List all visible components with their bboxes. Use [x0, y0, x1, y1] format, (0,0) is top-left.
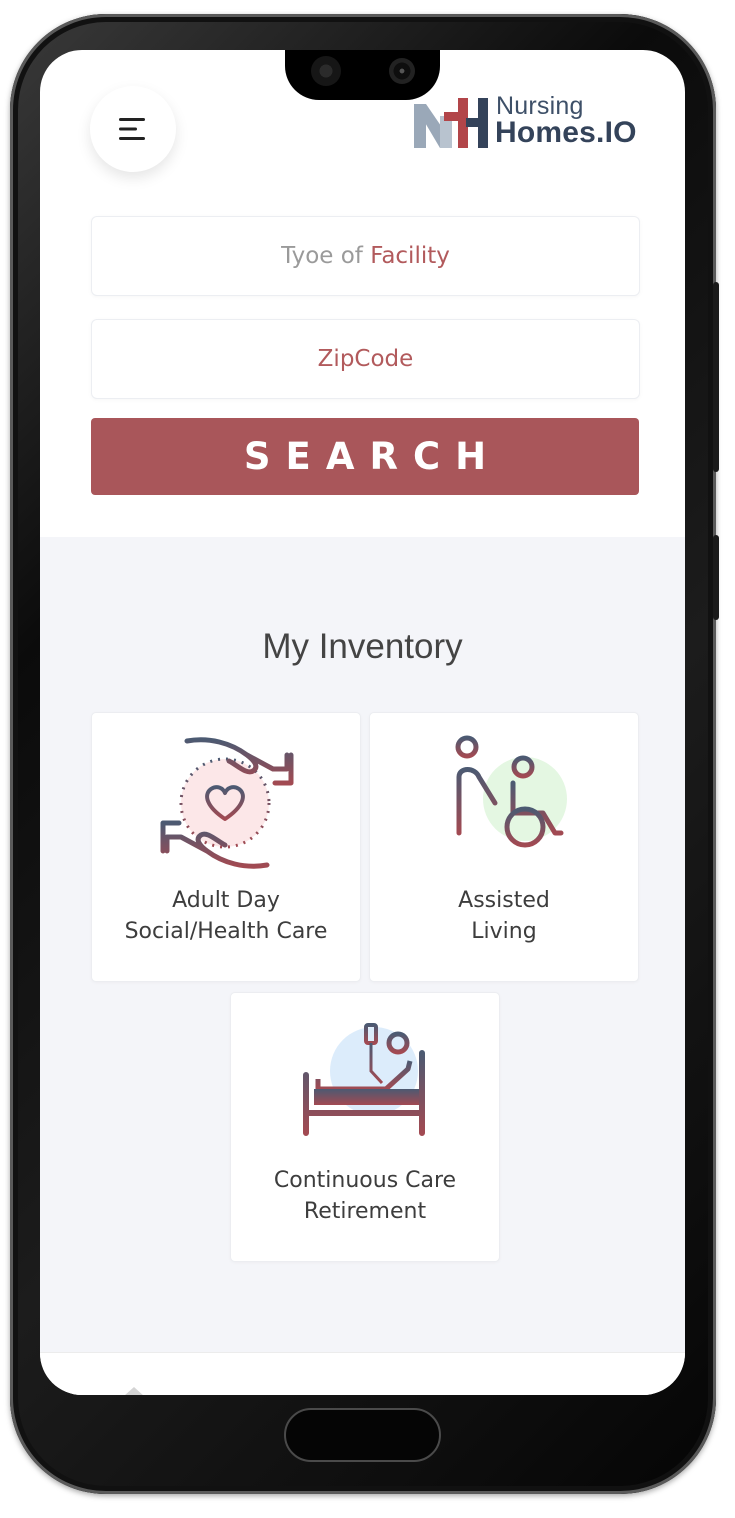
inventory-card-continuous-care[interactable]: Continuous Care Retirement — [230, 992, 500, 1262]
zipcode-field[interactable]: ZipCode — [91, 319, 640, 399]
camera-icon — [389, 58, 415, 84]
bottom-bar — [40, 1352, 685, 1395]
inventory-title: My Inventory — [262, 627, 463, 666]
scroll-up-icon[interactable] — [124, 1387, 144, 1395]
card-label-line1: Assisted — [458, 888, 550, 913]
camera-notch — [285, 50, 440, 100]
wheelchair-assist-icon — [455, 735, 567, 848]
facility-type-field[interactable]: Tyoe of Facility — [91, 216, 640, 296]
caring-hands-heart-icon — [155, 737, 294, 869]
volume-button — [713, 282, 719, 472]
nh-logo-icon — [414, 98, 488, 148]
power-button — [713, 535, 719, 620]
inventory-card-adult-day[interactable]: Adult Day Social/Health Care — [91, 712, 361, 982]
facility-placeholder-prefix: Tyoe of — [281, 243, 371, 269]
card-label: Continuous Care Retirement — [231, 1165, 499, 1227]
menu-button[interactable] — [90, 86, 176, 172]
inventory-section: My Inventory Adult Day Social/Health Car… — [40, 537, 685, 1352]
speaker-icon — [311, 56, 341, 86]
card-label-line2: Retirement — [303, 1199, 427, 1224]
card-label-line1: Continuous Care — [273, 1168, 457, 1193]
card-label-line1: Adult Day — [172, 888, 280, 913]
hamburger-menu-icon — [119, 118, 145, 140]
card-label-line2: Living — [471, 919, 537, 944]
card-label: Assisted Living — [370, 885, 638, 947]
hospital-bed-icon — [303, 1016, 425, 1136]
app-screen: Nursing Homes.IO Tyoe of Facility ZipCod… — [40, 50, 685, 1395]
brand-name-line2: Homes.IO — [495, 116, 637, 149]
card-label: Adult Day Social/Health Care — [92, 885, 360, 947]
card-label-line2: Social/Health Care — [124, 919, 328, 944]
brand-logo[interactable]: Nursing Homes.IO — [412, 92, 647, 150]
zipcode-placeholder: ZipCode — [317, 346, 414, 372]
facility-placeholder-word: Facility — [370, 243, 450, 269]
home-button[interactable] — [284, 1408, 441, 1462]
inventory-card-assisted-living[interactable]: Assisted Living — [369, 712, 639, 982]
search-button[interactable]: SEARCH — [91, 418, 639, 495]
